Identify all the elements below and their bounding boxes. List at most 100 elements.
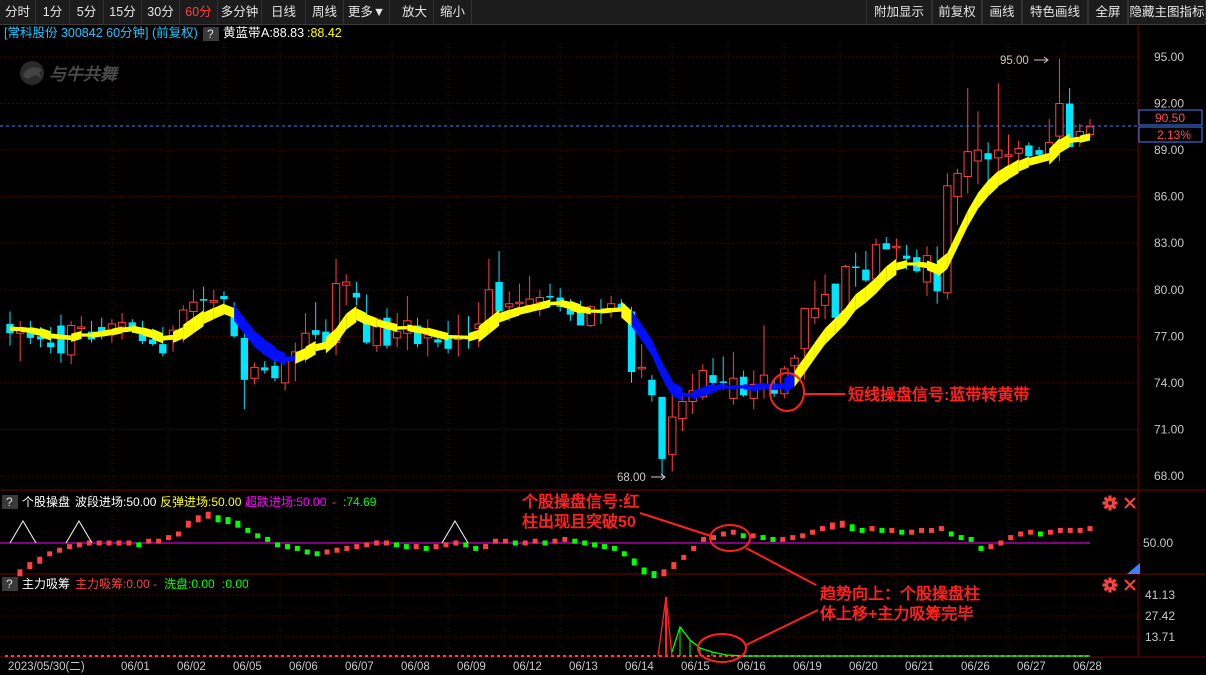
signal-bar	[423, 545, 429, 551]
signal-bar	[502, 538, 508, 544]
sub2-param-2: -	[153, 577, 157, 591]
signal-bar	[1037, 531, 1043, 537]
current-price-badge: 90.50	[1155, 111, 1185, 125]
band-segment	[50, 333, 61, 340]
sub1-param-5: :74.69	[343, 495, 377, 509]
signal-bar	[928, 527, 934, 533]
sub1-param-4: -	[332, 495, 336, 509]
signal-bar	[641, 567, 647, 575]
sub1-y-tick: 50.00	[1143, 536, 1173, 550]
signal-bar	[661, 569, 667, 577]
help-button[interactable]: ?	[207, 27, 214, 41]
price-tick: 86.00	[1154, 190, 1184, 204]
signal-bar	[810, 529, 816, 535]
signal-bar	[572, 538, 578, 544]
sub2-param-3: 洗盘:0.00	[164, 576, 215, 591]
chart-area: 与牛共舞 95.00 92.00 89.00 86.00 83.00 80.00 77.00…	[0, 25, 1206, 675]
date-tick: 06/21	[905, 661, 934, 673]
signal-bar	[17, 569, 23, 577]
sub1-param-3: 超跌进场:50.00	[245, 494, 327, 509]
band-segment	[590, 309, 601, 313]
signal-bar	[938, 526, 944, 532]
band-segment	[10, 326, 21, 332]
signal-bar	[1057, 527, 1063, 533]
date-tick: 06/05	[233, 661, 262, 673]
signal-bar	[57, 547, 63, 553]
signal-bar	[106, 540, 112, 546]
price-tick: 92.00	[1154, 97, 1184, 111]
gear-icon[interactable]	[1102, 495, 1118, 511]
date-tick: 06/02	[177, 661, 206, 673]
signal-bar	[185, 520, 191, 528]
signal-bar	[869, 526, 875, 532]
signal-bar	[265, 536, 271, 542]
price-tick: 80.00	[1154, 283, 1184, 297]
sub2-annotation-1: 趋势向上：个股操盘柱	[820, 584, 980, 603]
signal-bar	[443, 542, 449, 548]
signal-bar	[205, 511, 211, 519]
date-tick: 06/16	[737, 661, 766, 673]
signal-bar	[879, 527, 885, 533]
date-tick: 06/13	[569, 661, 598, 673]
date-tick: 2023/05/30(二)	[8, 661, 85, 673]
signal-bar	[493, 538, 499, 544]
signal-bar	[1018, 531, 1024, 537]
stock-title: [常科股份 300842 60分钟] (前复权)	[4, 25, 198, 40]
signal-bar	[522, 540, 528, 546]
candle	[943, 173, 952, 300]
signal-bar	[889, 527, 895, 533]
signal-bar	[1008, 535, 1014, 541]
band-segment	[682, 392, 693, 397]
date-tick: 06/07	[345, 661, 374, 673]
band-segment	[448, 334, 459, 339]
signal-bar	[393, 542, 399, 548]
signal-bar	[364, 542, 370, 548]
signal-bar	[681, 554, 687, 560]
signal-bar	[592, 542, 598, 548]
signal-bar	[96, 540, 102, 546]
watermark-text: 与牛共舞	[49, 65, 119, 84]
watermark: 与牛共舞	[20, 61, 119, 85]
signal-bar	[611, 545, 617, 551]
sub2-y-tick: 27.42	[1145, 609, 1175, 623]
signal-bar	[215, 515, 221, 523]
price-tick: 83.00	[1154, 236, 1184, 250]
signal-bar	[453, 540, 459, 546]
gear-icon[interactable]	[1102, 577, 1118, 593]
signal-bar	[156, 538, 162, 544]
signal-bar	[730, 529, 736, 535]
sub1-title: 个股操盘	[22, 494, 70, 509]
date-tick: 06/27	[1017, 661, 1046, 673]
signal-bar	[175, 531, 181, 537]
signal-bar	[750, 533, 756, 539]
help-button-sub1[interactable]: ?	[6, 495, 13, 509]
band-segment	[285, 355, 296, 362]
signal-bar	[483, 544, 489, 550]
date-tick: 06/09	[457, 661, 486, 673]
signal-bar	[829, 522, 835, 530]
signal-bar	[582, 540, 588, 546]
signal-bar	[374, 540, 380, 546]
signal-bar	[701, 536, 707, 542]
signal-bar	[740, 533, 746, 539]
sub2-annotation-2: 体上移+主力吸筹完毕	[820, 604, 973, 623]
indicator-a-value: A:88.83	[261, 26, 304, 40]
signal-bar	[919, 527, 925, 533]
signal-bar	[790, 535, 796, 541]
signal-bar	[512, 540, 518, 546]
signal-bar	[720, 531, 726, 537]
signal-bar	[601, 544, 607, 550]
signal-bar	[166, 535, 172, 541]
price-tick: 71.00	[1154, 422, 1184, 436]
signal-bar	[146, 538, 152, 544]
price-tick: 95.00	[1154, 50, 1184, 64]
price-tick: 77.00	[1154, 329, 1184, 343]
signal-bar	[324, 549, 330, 555]
help-button-sub2[interactable]: ?	[6, 577, 13, 591]
signal-bar	[800, 533, 806, 539]
signal-bar	[433, 544, 439, 550]
price-tick: 89.00	[1154, 143, 1184, 157]
signal-bar	[710, 535, 716, 541]
signal-bar	[770, 536, 776, 542]
signal-bar	[621, 551, 627, 557]
